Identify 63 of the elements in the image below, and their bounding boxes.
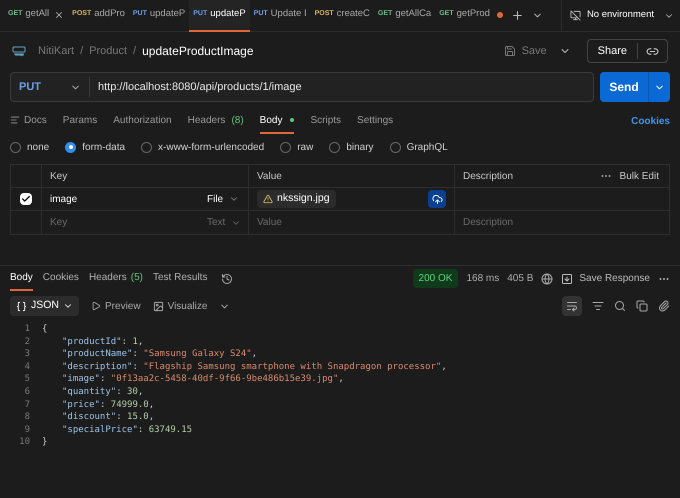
request-section-tab[interactable]: Headers (8) bbox=[188, 108, 244, 134]
code-line: "discount": 15.0, bbox=[61, 411, 154, 424]
preview-button[interactable]: Preview bbox=[91, 298, 141, 314]
send-button[interactable]: Send bbox=[600, 72, 648, 102]
code-line: "productId": 1, bbox=[61, 336, 144, 348]
file-chip[interactable]: nkssign.jpg bbox=[257, 190, 336, 208]
radio-label[interactable]: form-data bbox=[82, 140, 126, 154]
method-selector[interactable]: PUT bbox=[11, 78, 89, 96]
code-line: "productName": "Samsung Galaxy S24", bbox=[61, 348, 258, 361]
line-number: 1 bbox=[24, 323, 31, 336]
breadcrumb-separator: / bbox=[133, 44, 136, 59]
request-section-tab[interactable]: Settings bbox=[357, 108, 394, 134]
column-header: Description bbox=[462, 170, 514, 184]
request-section-tab[interactable]: Docs bbox=[10, 108, 47, 134]
line-number: 10 bbox=[18, 436, 31, 449]
response-tab[interactable]: Body bbox=[10, 266, 33, 291]
key-cell[interactable]: image bbox=[42, 188, 207, 210]
save-response-button[interactable]: Save Response bbox=[561, 271, 650, 286]
url-bar[interactable]: PUT http://localhost:8080/api/products/1/image bbox=[10, 72, 594, 102]
code-line: "quantity": 30, bbox=[61, 386, 144, 399]
code-line: "image": "0f13aa2c-5458-40df-9f66-9be486b15e39.jpg", bbox=[61, 373, 344, 386]
save-button[interactable]: Save bbox=[500, 42, 551, 60]
line-number: 7 bbox=[24, 398, 31, 412]
response-time: 168 ms bbox=[466, 272, 500, 286]
radio-label[interactable]: raw bbox=[297, 140, 314, 154]
url-field[interactable]: http://localhost:8080/api/products/1/image bbox=[90, 78, 593, 96]
code-line: { bbox=[41, 323, 48, 336]
request-section-tab[interactable]: Params bbox=[62, 108, 98, 134]
response-tab[interactable]: Test Results bbox=[152, 266, 208, 291]
line-number: 5 bbox=[24, 373, 31, 386]
code-line: "specialPrice": 63749.15 bbox=[61, 424, 192, 436]
breadcrumb-item[interactable]: Product bbox=[89, 42, 128, 60]
type-selector[interactable]: File bbox=[207, 188, 249, 210]
response-tab[interactable]: Cookies bbox=[42, 266, 79, 291]
line-number: 3 bbox=[24, 348, 31, 361]
line-number: 8 bbox=[24, 411, 31, 424]
radio-label[interactable]: none bbox=[27, 140, 50, 154]
request-section-tab[interactable]: Scripts bbox=[310, 108, 342, 134]
status-badge: 200 OK bbox=[412, 269, 458, 288]
breadcrumb-separator: / bbox=[80, 44, 84, 59]
column-header: Key bbox=[42, 165, 249, 187]
format-selector[interactable]: JSON bbox=[10, 296, 80, 316]
response-tab[interactable]: Headers (5) bbox=[88, 266, 143, 291]
code-line: } bbox=[41, 436, 48, 449]
visualize-button[interactable]: Visualize bbox=[152, 298, 208, 314]
line-number: 4 bbox=[24, 360, 31, 374]
line-number: 9 bbox=[24, 424, 31, 436]
cookies-link[interactable]: Cookies bbox=[631, 114, 670, 128]
environment-selector[interactable]: No environment bbox=[586, 8, 654, 23]
breadcrumb-item[interactable]: NitiKart bbox=[38, 42, 74, 60]
line-number: 6 bbox=[24, 386, 31, 399]
line-number: 2 bbox=[24, 336, 31, 348]
code-line: "price": 74999.0, bbox=[61, 398, 154, 412]
bulk-edit-link[interactable]: Bulk Edit bbox=[620, 168, 659, 184]
column-header: Value bbox=[249, 165, 455, 187]
response-size: 405 B bbox=[507, 272, 534, 286]
radio-label[interactable]: binary bbox=[346, 140, 374, 154]
code-line: "description": "Flagship Samsung smartphone with Snapdragon processor", bbox=[61, 360, 447, 374]
request-section-tab[interactable]: Body bbox=[260, 108, 294, 134]
radio-label[interactable]: x-www-form-urlencoded bbox=[158, 140, 264, 154]
request-title: updateProductImage bbox=[142, 43, 254, 60]
request-section-tab[interactable]: Authorization bbox=[113, 108, 172, 134]
radio-label[interactable]: GraphQL bbox=[406, 140, 448, 154]
